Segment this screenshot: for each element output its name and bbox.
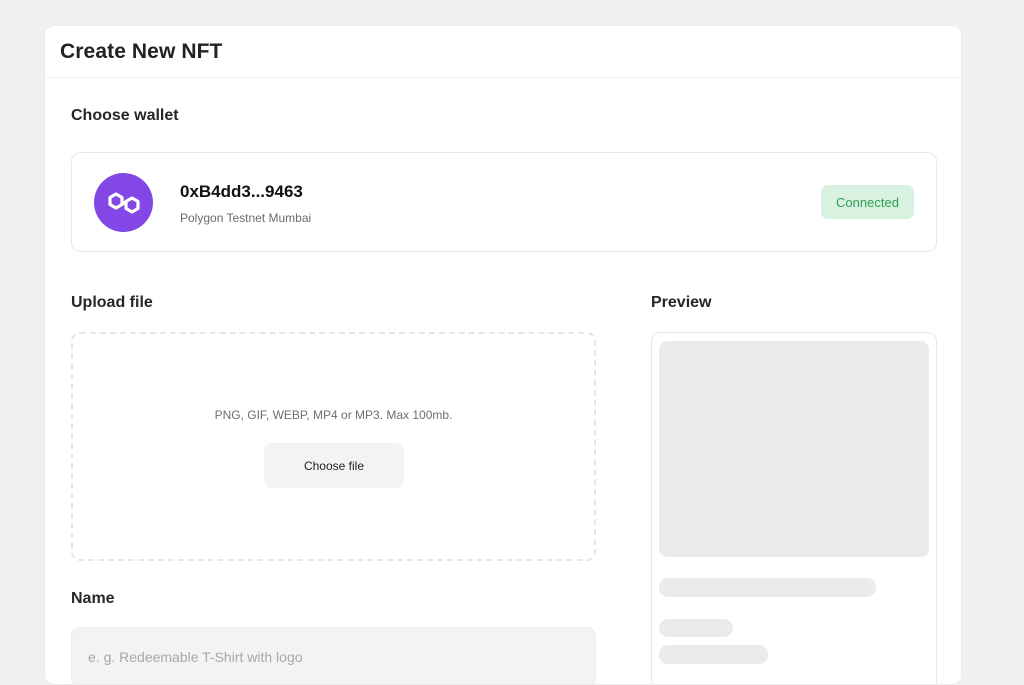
upload-file-label: Upload file [71, 294, 153, 311]
preview-title-skeleton [659, 578, 876, 597]
page-title: Create New NFT [60, 39, 223, 63]
preview-label: Preview [651, 294, 712, 311]
choose-wallet-label: Choose wallet [71, 107, 179, 124]
wallet-network: Polygon Testnet Mumbai [180, 211, 312, 225]
name-label: Name [71, 590, 115, 607]
status-badge: Connected [821, 185, 914, 219]
wallet-card[interactable]: 0xB4dd3...9463 Polygon Testnet Mumbai Co… [71, 152, 937, 252]
name-input[interactable] [71, 627, 596, 684]
preview-card [651, 332, 937, 684]
preview-label-skeleton [659, 619, 733, 637]
choose-file-button[interactable]: Choose file [264, 443, 404, 488]
polygon-logo-icon [94, 173, 153, 232]
wallet-address: 0xB4dd3...9463 [180, 182, 303, 201]
preview-value-skeleton [659, 645, 768, 664]
upload-hint: PNG, GIF, WEBP, MP4 or MP3. Max 100mb. [214, 408, 453, 422]
upload-dropzone[interactable]: PNG, GIF, WEBP, MP4 or MP3. Max 100mb. C… [71, 332, 596, 561]
create-nft-card: Create New NFT Choose wallet 0xB4dd3...9… [44, 25, 962, 685]
preview-image-placeholder [659, 341, 929, 557]
card-header: Create New NFT [45, 26, 961, 78]
